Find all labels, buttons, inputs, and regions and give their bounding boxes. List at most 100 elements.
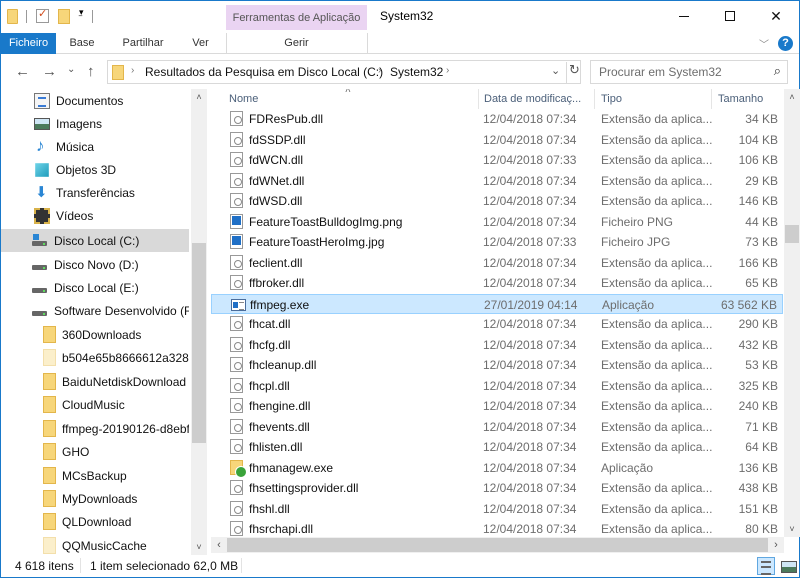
sidebar-item-folder[interactable]: b504e65b8666612a328372 [1, 346, 189, 369]
scroll-left-arrow-icon[interactable]: ‹ [211, 537, 227, 553]
refresh-button[interactable]: ↻ [566, 62, 582, 83]
sidebar-scroll-thumb[interactable] [192, 243, 206, 443]
breadcrumb-separator[interactable]: › [131, 65, 134, 76]
toolbar-separator [26, 9, 27, 23]
vertical-scroll-thumb[interactable] [785, 225, 799, 243]
file-type: Ficheiro JPG [601, 235, 671, 249]
sidebar-item-folder[interactable]: 360Downloads [1, 323, 189, 346]
file-row[interactable]: fdWNet.dll 12/04/2018 07:34 Extensão da ap… [211, 171, 783, 191]
sidebar-item-folder[interactable]: QQMusicCache [1, 534, 189, 555]
scroll-up-arrow-icon[interactable]: ˄ [191, 89, 207, 105]
drive-icon [32, 280, 48, 296]
sidebar-item-videos[interactable]: Vídeos [1, 204, 189, 227]
scroll-down-arrow-icon[interactable]: ˅ [191, 539, 207, 555]
selection-info: 1 item selecionado 62,0 MB [90, 559, 239, 573]
file-row[interactable]: fhengine.dll 12/04/2018 07:34 Extensão da … [211, 396, 783, 416]
file-row[interactable]: fhcpl.dll 12/04/2018 07:34 Extensão da apl… [211, 376, 783, 396]
file-row[interactable]: ffbroker.dll 12/04/2018 07:34 Extensão da … [211, 273, 783, 293]
file-row[interactable]: fdSSDP.dll 12/04/2018 07:34 Extensão da ap… [211, 130, 783, 150]
column-divider[interactable] [594, 89, 595, 109]
sidebar-item-downloads[interactable]: Transferências [1, 181, 189, 204]
breadcrumb-separator[interactable]: › [446, 65, 449, 76]
file-row[interactable]: fhcat.dll 12/04/2018 07:34 Extensão da apl… [211, 314, 783, 334]
back-button[interactable]: ← [15, 63, 30, 80]
dll-file-icon [230, 193, 243, 208]
file-row[interactable]: fhevents.dll 12/04/2018 07:34 Extensão da … [211, 417, 783, 437]
tab-view[interactable]: Ver [178, 33, 223, 54]
expand-ribbon-icon[interactable]: ﹀ [759, 36, 769, 51]
sidebar-item-folder[interactable]: GHO [1, 440, 189, 463]
column-divider[interactable] [711, 89, 712, 109]
minimize-button[interactable] [661, 1, 707, 31]
recent-locations-button[interactable]: ⌄ [67, 64, 75, 75]
file-row[interactable]: FeatureToastHeroImg.jpg 12/04/2018 07:33 F… [211, 232, 783, 252]
file-type: Extensão da aplica... [601, 501, 713, 516]
file-list-horizontal-scrollbar[interactable]: ‹ › [211, 537, 784, 553]
sidebar-item-folder[interactable]: MCsBackup [1, 464, 189, 487]
tab-share[interactable]: Partilhar [108, 33, 178, 54]
file-row[interactable]: fhsettingsprovider.dll 12/04/2018 07:34 Ex… [211, 478, 783, 498]
breadcrumb-search-results[interactable]: Resultados da Pesquisa em Disco Local (C… [145, 65, 383, 79]
column-header-name[interactable]: Nome [229, 93, 258, 105]
address-bar[interactable]: › Resultados da Pesquisa em Disco Local … [107, 60, 581, 84]
file-name: ffbroker.dll [249, 276, 305, 290]
sidebar-item-3d-objects[interactable]: Objetos 3D [1, 158, 189, 181]
sidebar-item-music[interactable]: Música [1, 135, 189, 158]
sidebar-item-pictures[interactable]: Imagens [1, 112, 189, 135]
sidebar-item-documents[interactable]: Documentos [1, 89, 189, 112]
search-box[interactable]: ⌕ [590, 60, 788, 84]
breadcrumb-separator[interactable]: › [378, 65, 381, 76]
column-divider[interactable] [478, 89, 479, 109]
file-row[interactable]: fhlisten.dll 12/04/2018 07:34 Extensão da … [211, 437, 783, 457]
file-list-vertical-scrollbar[interactable]: ˄ ˅ [784, 89, 800, 537]
file-row[interactable]: fhshl.dll 12/04/2018 07:34 Extensão da apl… [211, 499, 783, 519]
customize-dropdown-icon[interactable]: ▾ ‾ [79, 8, 84, 25]
tab-file[interactable]: Ficheiro [1, 33, 56, 54]
sidebar-item-local-disk-c[interactable]: Disco Local (C:) [1, 229, 189, 252]
details-view-icon[interactable] [757, 557, 775, 575]
sidebar-item-software-f[interactable]: Software Desenvolvido (F:) [1, 299, 189, 322]
tab-home[interactable]: Base [56, 33, 108, 54]
dll-file-icon [230, 418, 243, 434]
close-button[interactable]: ✕ [753, 1, 799, 31]
horizontal-scroll-thumb[interactable] [227, 538, 768, 552]
file-row[interactable]: fhcleanup.dll 12/04/2018 07:34 Extensão da… [211, 355, 783, 375]
scroll-down-arrow-icon[interactable]: ˅ [784, 521, 800, 537]
search-icon[interactable]: ⌕ [774, 63, 781, 79]
sidebar-item-folder[interactable]: BaiduNetdiskDownload [1, 370, 189, 393]
properties-icon[interactable] [36, 7, 49, 23]
sidebar-item-folder[interactable]: MyDownloads [1, 487, 189, 510]
file-row[interactable]: FDResPub.dll 12/04/2018 07:34 Extensão da … [211, 109, 783, 129]
forward-button[interactable]: → [42, 63, 57, 80]
sidebar-item-local-disk-e[interactable]: Disco Local (E:) [1, 276, 189, 299]
scroll-right-arrow-icon[interactable]: › [768, 537, 784, 553]
address-dropdown-icon[interactable]: ⌄ [551, 64, 560, 77]
sidebar-scrollbar[interactable]: ˄ ˅ [191, 89, 207, 555]
file-row[interactable]: fdWSD.dll 12/04/2018 07:34 Extensão da apl… [211, 191, 783, 211]
maximize-button[interactable] [707, 1, 753, 31]
column-header-size[interactable]: Tamanho [718, 93, 763, 105]
file-row[interactable]: fhsrchapi.dll 12/04/2018 07:34 Extensão da… [211, 519, 783, 537]
file-row[interactable]: fhmanagew.exe 12/04/2018 07:34 Aplicação 13… [211, 458, 783, 478]
sidebar-item-new-disk-d[interactable]: Disco Novo (D:) [1, 253, 189, 276]
sidebar-item-folder[interactable]: CloudMusic [1, 393, 189, 416]
breadcrumb-system32[interactable]: System32 [390, 65, 443, 79]
help-icon[interactable]: ? [778, 36, 793, 51]
sidebar-item-folder[interactable]: QLDownload [1, 510, 189, 533]
file-size: 71 KB [745, 419, 778, 434]
file-row[interactable]: fhcfg.dll 12/04/2018 07:34 Extensão da apl… [211, 335, 783, 355]
file-row[interactable]: FeatureToastBulldogImg.png 12/04/2018 07:… [211, 212, 783, 232]
up-button[interactable]: ↑ [87, 63, 95, 80]
folder-icon[interactable] [7, 8, 18, 24]
sidebar-item-folder[interactable]: ffmpeg-20190126-d8ebfd [1, 417, 189, 440]
new-folder-icon[interactable] [58, 8, 70, 24]
file-row[interactable]: ffmpeg.exe 27/01/2019 04:14 Aplicação 63 56… [211, 293, 783, 314]
scroll-up-arrow-icon[interactable]: ˄ [784, 89, 800, 105]
large-icons-view-icon[interactable] [779, 557, 797, 575]
column-header-date[interactable]: Data de modificaç... [484, 93, 581, 105]
file-row[interactable]: fdWCN.dll 12/04/2018 07:33 Extensão da apl… [211, 150, 783, 170]
tab-manage[interactable]: Gerir [226, 33, 367, 54]
column-header-type[interactable]: Tipo [601, 93, 622, 105]
search-input[interactable] [591, 61, 761, 83]
file-row[interactable]: feclient.dll 12/04/2018 07:34 Extensão da … [211, 253, 783, 273]
